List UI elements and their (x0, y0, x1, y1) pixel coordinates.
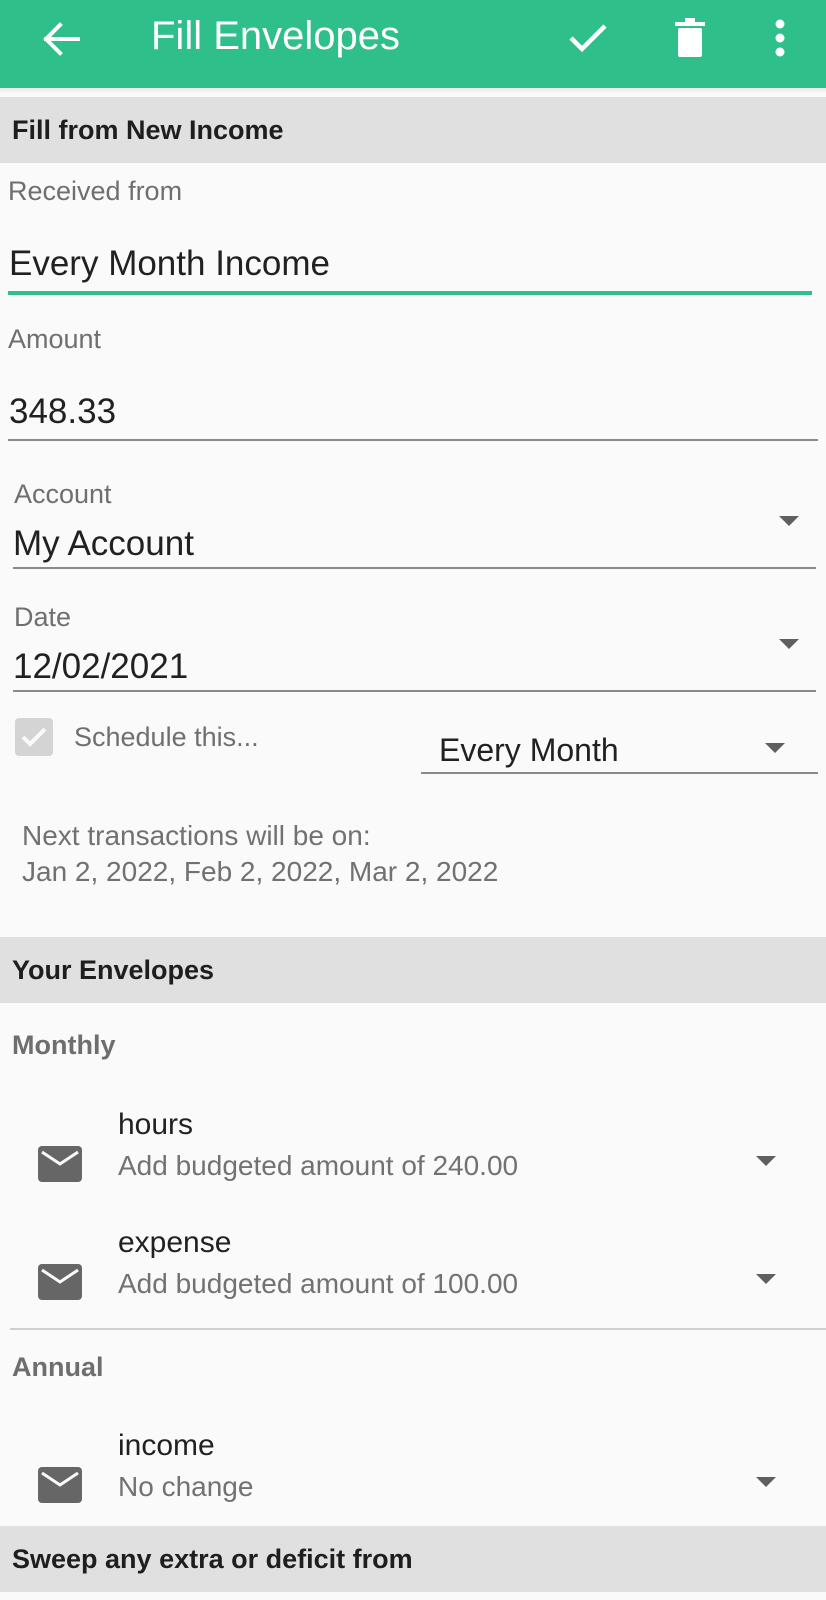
section-header-income: Fill from New Income (0, 97, 826, 163)
received-from-label: Received from (8, 176, 183, 206)
group-label-monthly: Monthly (12, 1030, 116, 1060)
account-label: Account (14, 479, 112, 509)
section-header-sweep: Sweep any extra or deficit from (0, 1526, 826, 1592)
date-select[interactable]: 12/02/2021 (13, 647, 188, 687)
date-label: Date (14, 602, 72, 632)
group-label-annual: Annual (12, 1352, 104, 1382)
received-from-input[interactable]: Every Month Income (9, 244, 330, 284)
envelope-subtitle: No change (118, 1471, 254, 1502)
account-dropdown-icon[interactable] (779, 516, 799, 526)
date-underline (13, 690, 816, 692)
app-bar-shadow (0, 88, 826, 94)
section-header-envelopes: Your Envelopes (0, 937, 826, 1003)
envelope-dropdown-icon[interactable] (756, 1274, 776, 1284)
account-select[interactable]: My Account (13, 524, 194, 564)
amount-underline (8, 439, 818, 441)
envelope-row-hours[interactable]: hours Add budgeted amount of 240.00 (0, 1108, 826, 1212)
back-button[interactable] (36, 14, 86, 64)
schedule-frequency-underline (421, 772, 818, 774)
schedule-checkbox[interactable] (15, 718, 53, 756)
envelope-subtitle: Add budgeted amount of 100.00 (118, 1268, 519, 1299)
envelope-row-expense[interactable]: expense Add budgeted amount of 100.00 (0, 1226, 826, 1330)
more-options-button[interactable] (754, 10, 806, 66)
date-dropdown-icon[interactable] (779, 639, 799, 649)
envelope-icon (38, 1264, 82, 1300)
delete-button[interactable] (664, 10, 716, 66)
next-transactions-dates: Jan 2, 2022, Feb 2, 2022, Mar 2, 2022 (22, 856, 499, 887)
schedule-frequency-dropdown-icon[interactable] (765, 743, 785, 753)
group-divider (10, 1328, 826, 1330)
page-title: Fill Envelopes (151, 14, 401, 58)
more-vertical-icon (775, 19, 785, 57)
next-transactions-label: Next transactions will be on: (22, 820, 371, 851)
envelope-dropdown-icon[interactable] (756, 1156, 776, 1166)
envelope-name: expense (118, 1226, 232, 1259)
account-underline (13, 567, 816, 569)
save-button[interactable] (562, 10, 614, 66)
check-icon (569, 24, 607, 53)
amount-label: Amount (8, 324, 102, 354)
envelope-row-income[interactable]: income No change (0, 1429, 826, 1533)
envelope-icon (38, 1146, 82, 1182)
amount-input[interactable]: 348.33 (9, 392, 116, 432)
app-bar: Fill Envelopes (0, 0, 826, 90)
envelope-dropdown-icon[interactable] (756, 1477, 776, 1487)
schedule-label: Schedule this... (74, 722, 259, 752)
schedule-frequency-select[interactable]: Every Month (439, 732, 619, 769)
envelope-icon (38, 1467, 82, 1503)
received-from-underline (8, 291, 812, 295)
envelope-subtitle: Add budgeted amount of 240.00 (118, 1150, 519, 1181)
checkmark-icon (21, 727, 47, 747)
arrow-left-icon (43, 22, 80, 56)
envelope-name: hours (118, 1108, 194, 1141)
trash-icon (675, 18, 705, 57)
envelope-name: income (118, 1429, 215, 1462)
